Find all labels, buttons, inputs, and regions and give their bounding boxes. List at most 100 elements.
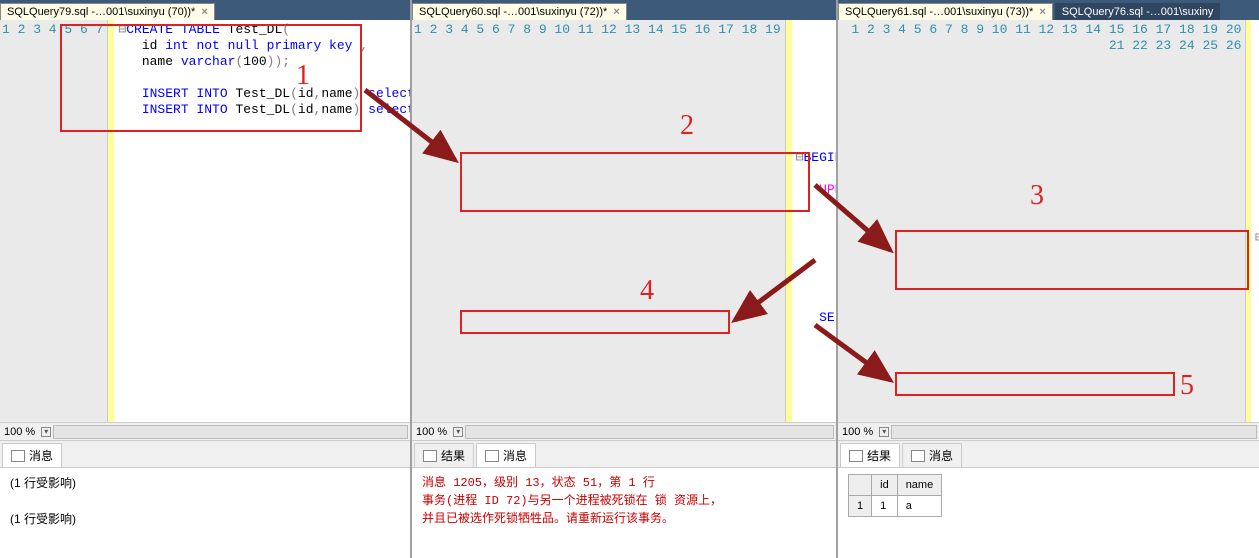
results-tab-bar: 结果 消息	[412, 440, 836, 468]
results-tab-label: 消息	[29, 447, 53, 464]
fold-icon[interactable]: ⊟	[796, 150, 804, 165]
message-line: (1 行受影响)	[10, 474, 400, 492]
line-number-gutter: 1 2 3 4 5 6 7	[0, 20, 108, 422]
code-token: varchar	[181, 54, 236, 69]
code-token: Test_DL	[228, 86, 290, 101]
code-token: id	[298, 86, 314, 101]
code-token: name	[321, 86, 352, 101]
results-tab-label: 结果	[867, 447, 891, 464]
zoom-bar: 100 %▾	[838, 422, 1259, 440]
results-tab[interactable]: 消息	[2, 443, 62, 467]
code-token: (	[282, 22, 290, 37]
code-area[interactable]: ⊟CREATE TABLE Test_DL( id int not null p…	[114, 20, 410, 422]
code-token: select	[368, 102, 410, 117]
code-token: (	[290, 86, 298, 101]
code-token: name	[321, 102, 352, 117]
results-panel: (1 行受影响) (1 行受影响)	[0, 468, 410, 558]
zoom-level[interactable]: 100 %	[838, 426, 877, 438]
zoom-dropdown-icon[interactable]: ▾	[41, 427, 51, 437]
grid-corner	[849, 475, 872, 496]
code-token: id	[298, 102, 314, 117]
code-token: INSERT INTO	[142, 86, 228, 101]
results-tab-label: 消息	[929, 447, 953, 464]
results-tab-icon	[485, 450, 499, 462]
grid-row-number[interactable]: 1	[849, 496, 872, 517]
grid-cell[interactable]: 1	[872, 496, 898, 517]
message-line: 事务(进程 ID 72)与另一个进程被死锁在 锁 资源上，	[422, 492, 826, 510]
results-tab-label: 结果	[441, 447, 465, 464]
message-line: 消息 1205，级别 13，状态 51，第 1 行	[422, 474, 826, 492]
code-token: int not null primary key	[165, 38, 360, 53]
results-tab-icon	[423, 450, 437, 462]
line-number-gutter: 1 2 3 4 5 6 7 8 9 10 11 12 13 14 15 16 1…	[838, 20, 1246, 422]
results-tab-icon	[911, 450, 925, 462]
results-grid[interactable]: idname11a	[848, 474, 942, 517]
tab-bar: SQLQuery61.sql -…001\suxinyu (73))*×SQLQ…	[838, 0, 1259, 20]
zoom-level[interactable]: 100 %	[0, 426, 39, 438]
editor-pane: SQLQuery61.sql -…001\suxinyu (73))*×SQLQ…	[838, 0, 1259, 558]
results-tab-icon	[849, 450, 863, 462]
code-editor[interactable]: 1 2 3 4 5 6 7 ⊟CREATE TABLE Test_DL( id …	[0, 20, 410, 422]
file-tab-label: SQLQuery60.sql -…001\suxinyu (72))*	[419, 6, 607, 18]
results-panel: 消息 1205，级别 13，状态 51，第 1 行事务(进程 ID 72)与另一…	[412, 468, 836, 558]
editor-pane: SQLQuery79.sql -…001\suxinyu (70))* × 1 2 …	[0, 0, 412, 558]
line-number-gutter: 1 2 3 4 5 6 7 8 9 10 11 12 13 14 15 16 1…	[412, 20, 786, 422]
code-token: Test_DL	[220, 22, 282, 37]
close-icon[interactable]: ×	[201, 6, 207, 18]
file-tab-label: SQLQuery76.sql -…001\suxiny	[1062, 6, 1214, 18]
file-tab-label: SQLQuery61.sql -…001\suxinyu (73))*	[845, 6, 1033, 18]
results-tab-label: 消息	[503, 447, 527, 464]
code-token: SELECT	[819, 310, 836, 325]
file-tab-label: SQLQuery79.sql -…001\suxinyu (70))*	[7, 6, 195, 18]
zoom-level[interactable]: 100 %	[412, 426, 451, 438]
message-line: (1 行受影响)	[10, 510, 400, 528]
code-token: Test_DL	[228, 102, 290, 117]
code-area[interactable]: ⊟BEGIN TRANSACTION UPDATE Test_DL SET Na…	[1251, 20, 1259, 422]
code-area[interactable]: ⊟BEGIN TRANSACTION UPDATE Test_DL SET Na…	[792, 20, 836, 422]
code-token: CREATE TABLE	[126, 22, 220, 37]
results-tab[interactable]: 结果	[414, 443, 474, 467]
code-editor[interactable]: 1 2 3 4 5 6 7 8 9 10 11 12 13 14 15 16 1…	[838, 20, 1259, 422]
message-line	[10, 492, 400, 510]
zoom-bar: 100 %▾	[412, 422, 836, 440]
code-token: )	[353, 86, 369, 101]
close-icon[interactable]: ×	[1039, 6, 1045, 18]
tab-bar: SQLQuery60.sql -…001\suxinyu (72))* ×	[412, 0, 836, 20]
close-icon[interactable]: ×	[613, 6, 619, 18]
code-token: select	[368, 86, 410, 101]
file-tab[interactable]: SQLQuery76.sql -…001\suxiny	[1055, 3, 1221, 20]
editor-pane: SQLQuery60.sql -…001\suxinyu (72))* × 1 2 …	[412, 0, 838, 558]
code-token: ,	[360, 38, 368, 53]
results-tab[interactable]: 结果	[840, 443, 900, 467]
file-tab[interactable]: SQLQuery61.sql -…001\suxinyu (73))* ×	[838, 3, 1053, 20]
file-tab[interactable]: SQLQuery79.sql -…001\suxinyu (70))* ×	[0, 3, 215, 20]
code-token: UPDATE	[819, 182, 836, 197]
zoom-dropdown-icon[interactable]: ▾	[453, 427, 463, 437]
grid-header[interactable]: name	[897, 475, 942, 496]
results-tab[interactable]: 消息	[902, 443, 962, 467]
code-editor[interactable]: 1 2 3 4 5 6 7 8 9 10 11 12 13 14 15 16 1…	[412, 20, 836, 422]
results-panel: idname11a	[838, 468, 1259, 558]
horizontal-scrollbar[interactable]	[53, 425, 408, 439]
results-tab-icon	[11, 450, 25, 462]
code-token: BEGIN TRANSACTION	[804, 150, 837, 165]
results-tab-bar: 结果 消息	[838, 440, 1259, 468]
code-token: 100	[243, 54, 266, 69]
results-tab[interactable]: 消息	[476, 443, 536, 467]
file-tab[interactable]: SQLQuery60.sql -…001\suxinyu (72))* ×	[412, 3, 627, 20]
results-tab-bar: 消息	[0, 440, 410, 468]
code-token: name	[142, 54, 181, 69]
horizontal-scrollbar[interactable]	[465, 425, 834, 439]
code-token: (	[290, 102, 298, 117]
fold-icon[interactable]: ⊟	[1255, 230, 1259, 245]
code-token: )	[353, 102, 369, 117]
code-token: INSERT INTO	[142, 102, 228, 117]
code-token: ));	[267, 54, 290, 69]
grid-cell[interactable]: a	[897, 496, 942, 517]
zoom-dropdown-icon[interactable]: ▾	[879, 427, 889, 437]
zoom-bar: 100 %▾	[0, 422, 410, 440]
horizontal-scrollbar[interactable]	[891, 425, 1257, 439]
grid-header[interactable]: id	[872, 475, 898, 496]
code-token: id	[142, 38, 165, 53]
tab-bar: SQLQuery79.sql -…001\suxinyu (70))* ×	[0, 0, 410, 20]
